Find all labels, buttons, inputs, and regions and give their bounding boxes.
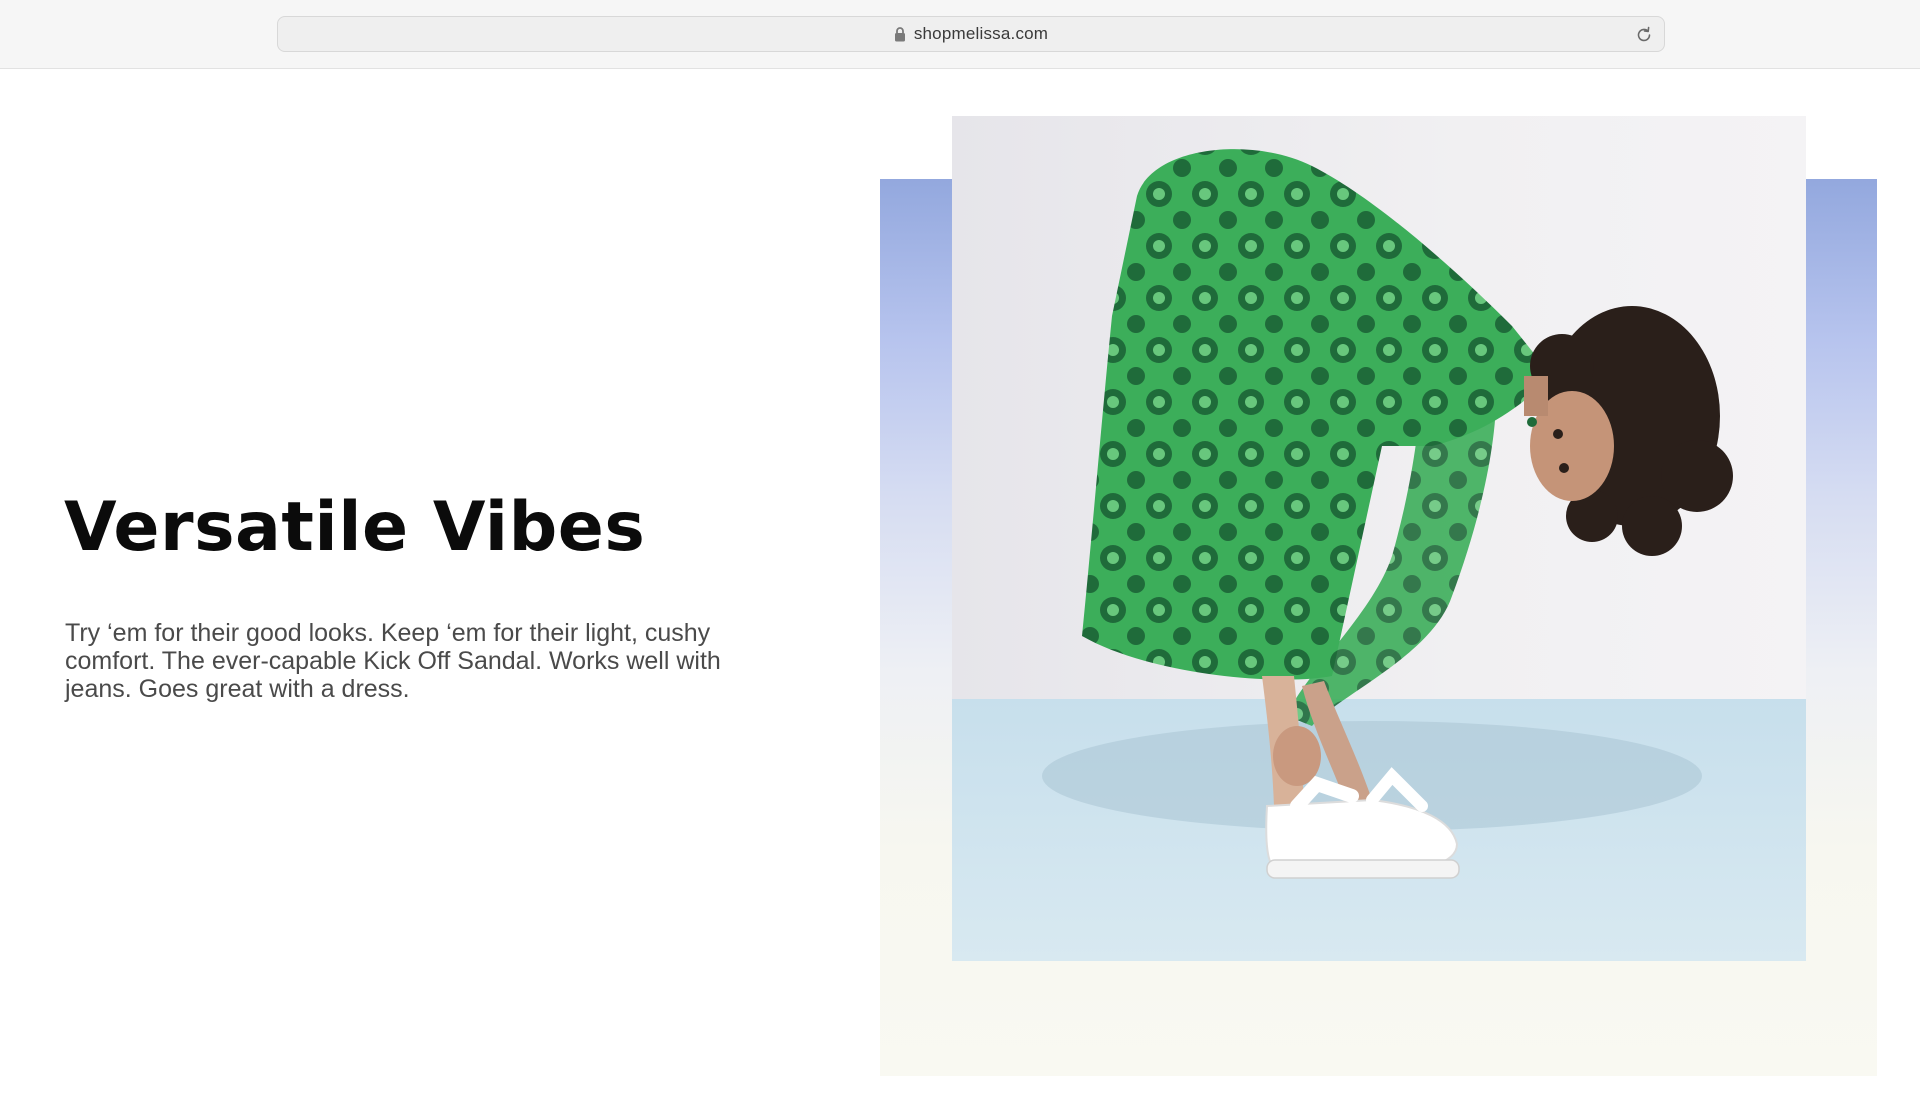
hero-photo bbox=[952, 116, 1806, 961]
url-text: shopmelissa.com bbox=[913, 24, 1049, 43]
reload-icon[interactable] bbox=[1634, 25, 1654, 45]
lock-icon bbox=[894, 26, 906, 42]
address-bar[interactable]: shopmelissa.com bbox=[277, 16, 1665, 52]
hero-title: Versatile Vibes bbox=[64, 488, 646, 567]
browser-toolbar: shopmelissa.com bbox=[0, 0, 1920, 69]
hero-description: Try ‘em for their good looks. Keep ‘em f… bbox=[65, 619, 721, 703]
